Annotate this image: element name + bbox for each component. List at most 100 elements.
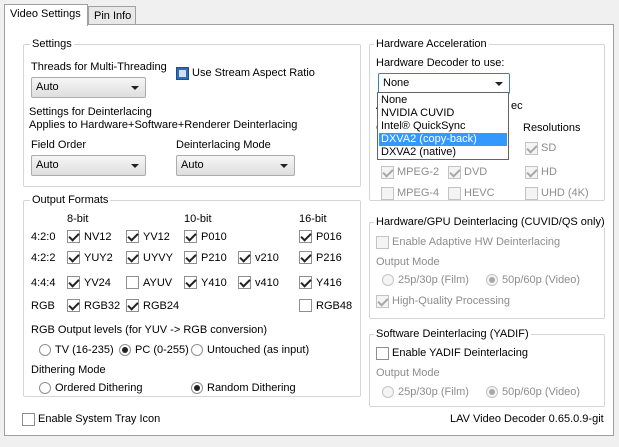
row-label-420: 4:2:0 xyxy=(31,231,56,243)
col-16bit: 16-bit xyxy=(299,213,327,225)
yadif-checkbox[interactable] xyxy=(376,347,389,360)
dropdown-option-dxva2-copyback[interactable]: DXVA2 (copy-back) xyxy=(379,133,507,146)
rgb48-label: RGB48 xyxy=(316,300,353,312)
p216-checkbox[interactable] xyxy=(299,251,312,264)
hw-decoder-select[interactable]: None xyxy=(378,73,510,94)
mpeg4-label: MPEG-4 xyxy=(397,187,440,199)
dropdown-option-dxva2-native[interactable]: DXVA2 (native) xyxy=(379,146,507,159)
dither-label: Dithering Mode xyxy=(31,364,106,376)
mpeg4-checkbox[interactable] xyxy=(381,187,394,200)
y416-label: Y416 xyxy=(316,277,342,289)
col-10bit: 10-bit xyxy=(184,213,212,225)
deint-mode-select[interactable]: Auto xyxy=(176,155,295,176)
y416-checkbox[interactable] xyxy=(299,276,312,289)
hq-processing-checkbox[interactable] xyxy=(376,295,389,308)
dither-random-label: Random Dithering xyxy=(207,382,296,394)
mpeg2-checkbox[interactable] xyxy=(381,166,394,179)
yv24-checkbox[interactable] xyxy=(67,276,80,289)
hevc-checkbox[interactable] xyxy=(448,187,461,200)
sw-film-radio[interactable] xyxy=(382,386,394,398)
gpu-film-radio[interactable] xyxy=(382,274,394,286)
yuy2-label: YUY2 xyxy=(84,252,113,264)
field-order-label: Field Order xyxy=(31,139,87,151)
mpeg2-label: MPEG-2 xyxy=(397,166,440,178)
yv12-checkbox[interactable] xyxy=(126,230,139,243)
v210-label: v210 xyxy=(255,252,279,264)
uhd-label: UHD (4K) xyxy=(541,187,589,199)
y410-checkbox[interactable] xyxy=(184,276,197,289)
gpu-output-mode-label: Output Mode xyxy=(376,256,440,268)
rgb-levels-label: RGB Output levels (for YUV -> RGB conver… xyxy=(31,324,268,336)
dither-random-radio[interactable] xyxy=(191,382,203,394)
v210-checkbox[interactable] xyxy=(238,251,251,264)
hw-accel-title: Hardware Acceleration xyxy=(374,38,489,50)
rgb-pc-radio[interactable] xyxy=(119,344,131,356)
rgb-untouched-radio[interactable] xyxy=(191,344,203,356)
yadif-label: Enable YADIF Deinterlacing xyxy=(392,347,528,359)
hw-decoder-dropdown-list: None NVIDIA CUVID Intel® QuickSync DXVA2… xyxy=(377,92,509,160)
p016-label: P016 xyxy=(316,231,342,243)
dropdown-option-nvidia-cuvid[interactable]: NVIDIA CUVID xyxy=(379,107,507,120)
nv12-checkbox[interactable] xyxy=(67,230,80,243)
threads-select[interactable]: Auto xyxy=(31,77,146,98)
v410-checkbox[interactable] xyxy=(238,276,251,289)
aspect-ratio-checkbox[interactable] xyxy=(176,67,189,80)
rgb24-checkbox[interactable] xyxy=(126,299,139,312)
p010-checkbox[interactable] xyxy=(184,230,197,243)
output-formats-title: Output Formats xyxy=(30,194,111,206)
sw-film-label: 25p/30p (Film) xyxy=(398,386,469,398)
tab-video-settings[interactable]: Video Settings xyxy=(4,4,88,26)
nv12-label: NV12 xyxy=(84,231,112,243)
adaptive-hw-label: Enable Adaptive HW Deinterlacing xyxy=(392,236,561,248)
tab-pin-info[interactable]: Pin Info xyxy=(88,6,136,24)
gpu-video-radio[interactable] xyxy=(486,274,498,286)
resolutions-label: Resolutions xyxy=(523,122,581,134)
hw-peek-ec: ec xyxy=(511,100,523,112)
deint-mode-label: Deinterlacing Mode xyxy=(176,139,271,151)
uyvy-checkbox[interactable] xyxy=(126,251,139,264)
ayuv-label: AYUV xyxy=(143,277,173,289)
rgb32-label: RGB32 xyxy=(84,300,121,312)
sw-video-label: 50p/60p (Video) xyxy=(502,386,581,398)
row-label-444: 4:4:4 xyxy=(31,277,56,289)
yuy2-checkbox[interactable] xyxy=(67,251,80,264)
rgb-untouched-label: Untouched (as input) xyxy=(207,344,310,356)
chevron-down-icon xyxy=(280,164,288,168)
rgb48-checkbox[interactable] xyxy=(299,299,312,312)
dither-ordered-radio[interactable] xyxy=(39,382,51,394)
p016-checkbox[interactable] xyxy=(299,230,312,243)
system-tray-checkbox[interactable] xyxy=(22,413,35,426)
threads-label: Threads for Multi-Threading xyxy=(31,61,167,73)
settings-group-title: Settings xyxy=(30,38,74,50)
uhd-checkbox[interactable] xyxy=(525,187,538,200)
sw-video-radio[interactable] xyxy=(486,386,498,398)
adaptive-hw-checkbox[interactable] xyxy=(376,236,389,249)
hd-label: HD xyxy=(541,166,557,178)
yv12-label: YV12 xyxy=(143,231,170,243)
deint-subtitle: Applies to Hardware+Software+Renderer De… xyxy=(29,119,298,131)
dropdown-option-intel-quicksync[interactable]: Intel® QuickSync xyxy=(379,120,507,133)
p210-checkbox[interactable] xyxy=(184,251,197,264)
gpu-film-label: 25p/30p (Film) xyxy=(398,274,469,286)
hw-decoder-label: Hardware Decoder to use: xyxy=(376,57,505,69)
chevron-down-icon xyxy=(131,86,139,90)
dvd-checkbox[interactable] xyxy=(448,166,461,179)
yv24-label: YV24 xyxy=(84,277,111,289)
rgb-tv-radio[interactable] xyxy=(39,344,51,356)
hd-checkbox[interactable] xyxy=(525,166,538,179)
uyvy-label: UYVY xyxy=(143,252,173,264)
dropdown-option-none[interactable]: None xyxy=(379,94,507,107)
rgb-tv-label: TV (16-235) xyxy=(55,344,114,356)
dvd-label: DVD xyxy=(464,166,488,178)
col-8bit: 8-bit xyxy=(67,213,89,225)
row-label-rgb: RGB xyxy=(31,300,55,312)
threads-value: Auto xyxy=(36,81,59,93)
sd-checkbox[interactable] xyxy=(525,142,538,155)
field-order-select[interactable]: Auto xyxy=(31,155,146,176)
aspect-ratio-label: Use Stream Aspect Ratio xyxy=(192,67,315,79)
rgb32-checkbox[interactable] xyxy=(67,299,80,312)
ayuv-checkbox[interactable] xyxy=(126,276,139,289)
y410-label: Y410 xyxy=(201,277,227,289)
field-order-value: Auto xyxy=(36,159,59,171)
chevron-down-icon xyxy=(495,82,503,86)
